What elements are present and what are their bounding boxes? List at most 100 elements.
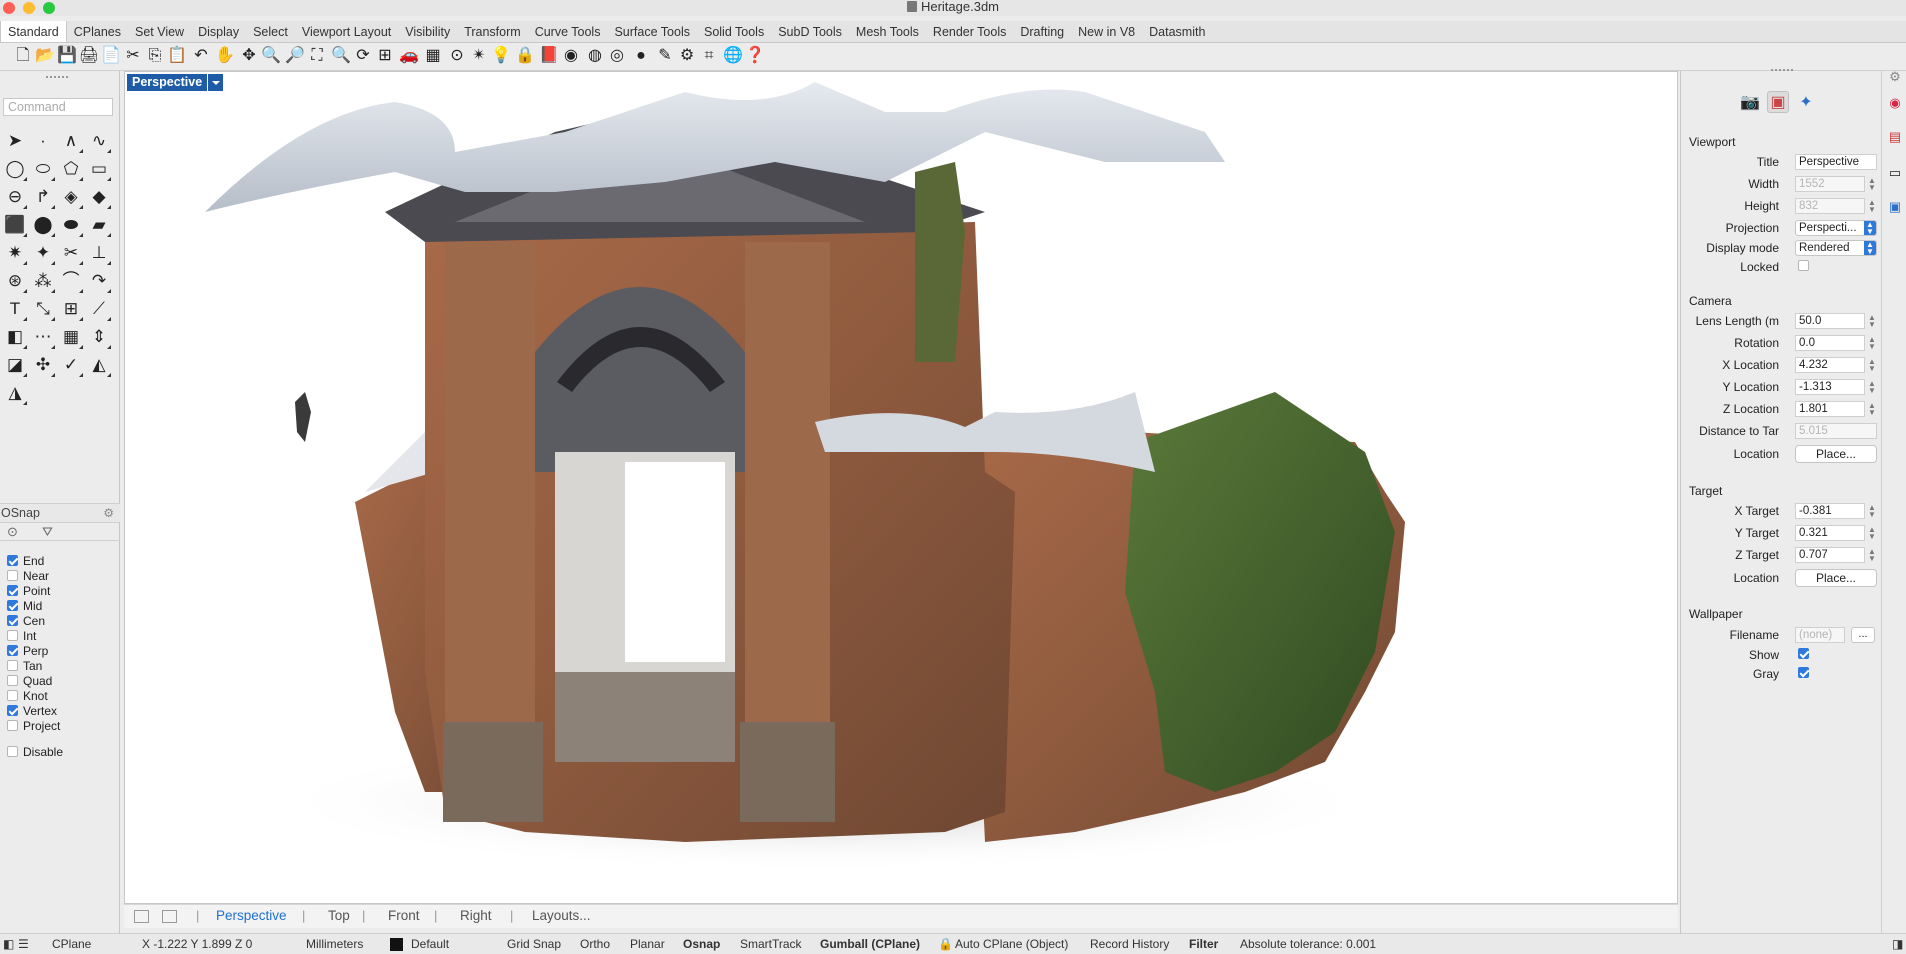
curve-icon[interactable]: ∿ [86, 128, 112, 154]
explode-icon[interactable]: ✦ [30, 240, 56, 266]
box-icon[interactable]: ⬛ [2, 212, 28, 238]
split-icon[interactable]: ⊥ [86, 240, 112, 266]
tab-visibility[interactable]: Visibility [398, 21, 457, 42]
filename-field[interactable]: (none) [1795, 627, 1845, 643]
tab-display[interactable]: Display [191, 21, 246, 42]
extend-icon[interactable]: ↷ [86, 268, 112, 294]
text-icon[interactable]: T [2, 296, 28, 322]
lock-icon[interactable]: 🔒 [938, 937, 953, 951]
help-icon[interactable]: ❓ [744, 45, 766, 67]
globe-icon[interactable]: 🌐 [722, 45, 744, 67]
y-target-stepper[interactable]: ▲ ▼ [1868, 526, 1876, 541]
tab-standard[interactable]: Standard [0, 21, 67, 42]
filter-toggle[interactable]: Filter [1189, 937, 1218, 951]
z-location-stepper[interactable]: ▲ ▼ [1868, 402, 1876, 417]
trim-icon[interactable]: ✂ [58, 240, 84, 266]
tab-select[interactable]: Select [246, 21, 295, 42]
array-icon[interactable]: ⊞ [58, 296, 84, 322]
viewport-layout-icon[interactable] [134, 910, 149, 923]
smarttrack-toggle[interactable]: SmartTrack [740, 937, 802, 951]
osnap-checkbox[interactable] [7, 660, 18, 671]
osnap-checkbox[interactable] [7, 645, 18, 656]
osnap-end[interactable]: End [7, 553, 112, 568]
tab-render-tools[interactable]: Render Tools [926, 21, 1013, 42]
layout-toggle-icon[interactable]: ◧ [3, 937, 14, 951]
zoom-extents-icon[interactable]: ⛶ [306, 45, 328, 67]
loft-icon[interactable]: ◆ [86, 184, 112, 210]
osnap-checkbox[interactable] [7, 555, 18, 566]
rotate-view-icon[interactable]: ✥ [238, 45, 260, 67]
maximize-viewport-icon[interactable] [162, 910, 177, 923]
osnap-checkbox[interactable] [7, 570, 18, 581]
pencil-icon[interactable]: ✎ [654, 45, 676, 67]
help-panel-icon[interactable]: ▣ [1887, 199, 1903, 215]
display-icon[interactable]: ✦ [1795, 91, 1817, 113]
tab-new-in-v8[interactable]: New in V8 [1071, 21, 1142, 42]
gear-icon[interactable]: ⚙ [1887, 69, 1903, 85]
undo-icon[interactable]: ↶ [190, 45, 212, 67]
osnap-project[interactable]: Project [7, 718, 112, 733]
tab-right[interactable]: Right [460, 908, 492, 923]
zoom-window-icon[interactable]: 🔎 [284, 45, 306, 67]
cylinder-icon[interactable]: ⬬ [58, 212, 84, 238]
analyze-icon[interactable]: ◭ [86, 352, 112, 378]
locked-checkbox[interactable] [1798, 260, 1814, 271]
transform-icon[interactable]: ✣ [30, 352, 56, 378]
polyline-icon[interactable]: ∧ [58, 128, 84, 154]
x-location-stepper[interactable]: ▲ ▼ [1868, 358, 1876, 373]
gear-icon[interactable]: ⚙ [676, 45, 698, 67]
osnap-checkbox[interactable] [7, 600, 18, 611]
rectangle-icon[interactable]: ▭ [86, 156, 112, 182]
move-icon[interactable]: ⇕ [86, 324, 112, 350]
grid-icon[interactable]: ⌗ [698, 45, 720, 67]
paste-icon[interactable]: 📋 [166, 45, 188, 67]
lightbulb-icon[interactable]: 💡 [490, 45, 512, 67]
tab-solid-tools[interactable]: Solid Tools [697, 21, 771, 42]
copy-icon[interactable]: ⎘ [144, 45, 166, 67]
planar-toggle[interactable]: Planar [630, 937, 665, 951]
osnap-perp[interactable]: Perp [7, 643, 112, 658]
viewport-title[interactable]: Perspective [127, 74, 224, 91]
dimension-icon[interactable]: ⟋ [86, 296, 112, 322]
layer-indicator[interactable]: Default [411, 937, 449, 951]
z-target-stepper[interactable]: ▲ ▼ [1868, 548, 1876, 563]
osnap-checkbox[interactable] [7, 675, 18, 686]
pan-icon[interactable]: ✋ [214, 45, 236, 67]
cplane-indicator[interactable]: CPlane [52, 937, 91, 951]
solid-icon[interactable]: ◧ [2, 324, 28, 350]
scale-icon[interactable]: ⤡ [30, 296, 56, 322]
tab-datasmith[interactable]: Datasmith [1142, 21, 1212, 42]
tab-transform[interactable]: Transform [457, 21, 528, 42]
render-sphere-icon[interactable]: ● [630, 45, 652, 67]
four-views-icon[interactable]: ⊞ [374, 45, 396, 67]
browse-button[interactable]: ... [1851, 627, 1875, 643]
list-icon[interactable]: ☰ [18, 937, 29, 951]
tab-front[interactable]: Front [388, 908, 420, 923]
check-icon[interactable]: ✓ [58, 352, 84, 378]
osnap-int[interactable]: Int [7, 628, 112, 643]
rotate-icon[interactable]: ⟳ [352, 45, 374, 67]
y-location-stepper[interactable]: ▲ ▼ [1868, 380, 1876, 395]
osnap-vertex[interactable]: Vertex [7, 703, 112, 718]
osnap-quad[interactable]: Quad [7, 673, 112, 688]
cut-icon[interactable]: ✂ [122, 45, 144, 67]
tab-mesh-tools[interactable]: Mesh Tools [849, 21, 926, 42]
ellipse-icon[interactable]: ⬭ [30, 156, 56, 182]
auto-cplane-toggle[interactable]: Auto CPlane (Object) [955, 937, 1068, 951]
tab-top[interactable]: Top [328, 908, 350, 923]
cplane-icon[interactable]: ▦ [422, 45, 444, 67]
select-arrow-icon[interactable]: ➤ [2, 128, 28, 154]
camera-place-button[interactable]: Place... [1795, 445, 1877, 463]
tab-subd-tools[interactable]: SubD Tools [771, 21, 849, 42]
z-location-field[interactable]: 1.801 [1795, 401, 1865, 417]
osnap-disable[interactable]: Disable [7, 744, 112, 759]
disable-checkbox[interactable] [7, 746, 18, 757]
boolean-icon[interactable]: ⊛ [2, 268, 28, 294]
zoom-selected-icon[interactable]: 🔍 [330, 45, 352, 67]
car-icon[interactable]: 🚗 [398, 45, 420, 67]
rotation-field[interactable]: 0.0 [1795, 335, 1865, 351]
lens-length-field[interactable]: 50.0 [1795, 313, 1865, 329]
grid-array-icon[interactable]: ⋯ [30, 324, 56, 350]
ortho-toggle[interactable]: Ortho [580, 937, 610, 951]
osnap-checkbox[interactable] [7, 615, 18, 626]
